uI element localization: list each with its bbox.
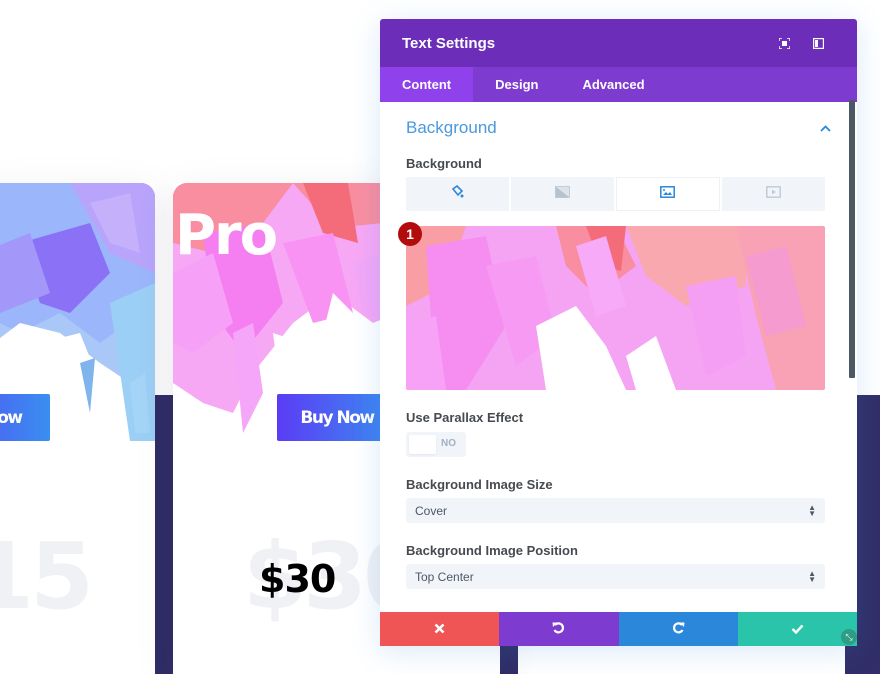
page-canvas: Buy Now 15 Pro Buy Now	[0, 0, 880, 674]
image-position-select[interactable]: Top Center ▲ ▼	[406, 564, 825, 589]
toggle-knob	[409, 435, 436, 454]
select-value: Top Center	[415, 569, 474, 584]
bg-tab-gradient[interactable]	[510, 177, 614, 211]
tab-design[interactable]: Design	[473, 67, 560, 102]
modal-footer: ⤡	[380, 612, 857, 646]
select-arrows-icon: ▲ ▼	[808, 568, 816, 584]
split-view-icon[interactable]	[801, 29, 835, 57]
save-button[interactable]	[737, 612, 857, 646]
undo-button[interactable]	[499, 612, 619, 646]
background-toggle[interactable]: Background	[406, 118, 831, 138]
modal-header[interactable]: Text Settings	[380, 19, 857, 67]
buy-now-label: Buy Now	[0, 407, 23, 428]
fullscreen-icon[interactable]	[767, 29, 801, 57]
close-icon	[434, 621, 445, 638]
checkmark-icon	[791, 621, 804, 638]
image-position-label: Background Image Position	[406, 543, 578, 558]
modal-scrollbar[interactable]	[849, 100, 855, 378]
resize-handle-icon[interactable]: ⤡	[841, 629, 857, 645]
price-ghost-text: 15	[0, 523, 94, 630]
parallax-toggle[interactable]: NO	[406, 432, 466, 457]
video-icon	[766, 185, 782, 203]
redo-button[interactable]	[618, 612, 738, 646]
price-text: $30	[259, 557, 336, 601]
image-size-label: Background Image Size	[406, 477, 553, 492]
abstract-art-preview	[406, 226, 825, 390]
image-icon	[660, 185, 676, 203]
paint-bucket-icon	[451, 184, 464, 203]
modal-tabs: Content Design Advanced	[380, 67, 857, 102]
tab-advanced[interactable]: Advanced	[560, 67, 666, 102]
toggle-title: Background	[406, 118, 497, 137]
buy-now-button[interactable]: Buy Now	[277, 394, 397, 441]
background-image-preview[interactable]	[406, 226, 825, 390]
tab-content[interactable]: Content	[380, 67, 474, 102]
bg-tab-image[interactable]	[615, 177, 721, 211]
bg-tab-video[interactable]	[722, 177, 825, 211]
parallax-label: Use Parallax Effect	[406, 410, 524, 425]
settings-modal: Text Settings Content Design Advanced Ba…	[380, 19, 857, 646]
annotation-badge: 1	[398, 222, 422, 246]
redo-icon	[672, 621, 685, 638]
chevron-up-icon[interactable]	[820, 121, 831, 135]
toggle-state: NO	[441, 438, 456, 449]
modal-body: Background Background 1 Use Parallax Eff…	[380, 102, 857, 612]
select-value: Cover	[415, 503, 448, 518]
modal-title: Text Settings	[402, 34, 496, 52]
bg-tab-color[interactable]	[406, 177, 509, 211]
gradient-icon	[554, 185, 570, 203]
background-band	[155, 395, 173, 674]
buy-now-label: Buy Now	[300, 407, 375, 428]
pricing-card-basic: Buy Now 15	[0, 183, 155, 674]
image-size-select[interactable]: Cover ▲ ▼	[406, 498, 825, 523]
background-label: Background	[406, 156, 482, 171]
select-arrows-icon: ▲ ▼	[808, 502, 816, 518]
buy-now-button[interactable]: Buy Now	[0, 394, 50, 441]
card-title: Pro	[175, 203, 278, 268]
discard-button[interactable]	[380, 612, 500, 646]
background-type-tabs	[406, 177, 825, 211]
undo-icon	[552, 621, 565, 638]
